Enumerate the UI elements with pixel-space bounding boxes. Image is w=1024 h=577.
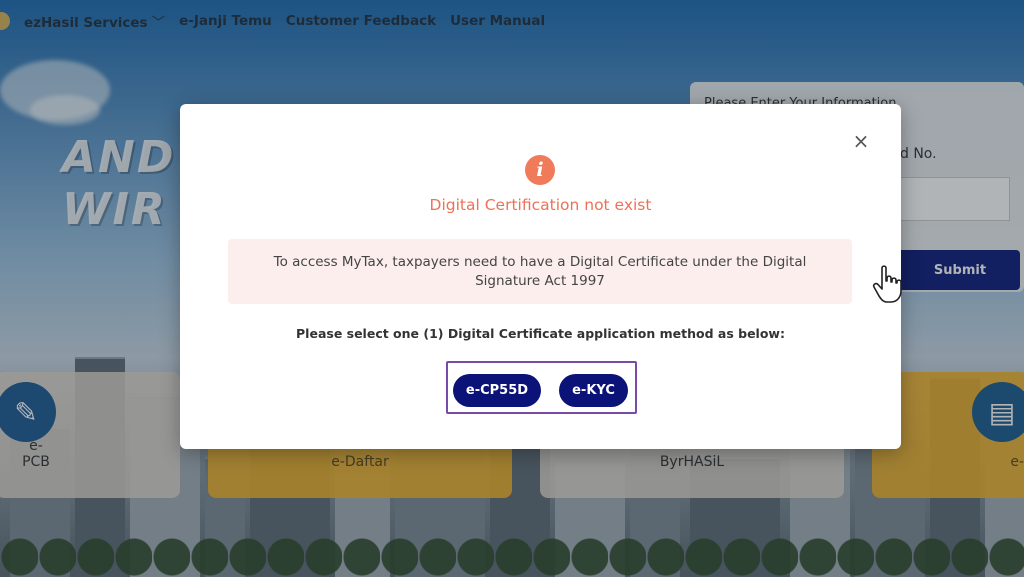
alert-message: To access MyTax, taxpayers need to have …: [273, 253, 807, 289]
hand-pointer-icon: [872, 265, 902, 303]
alert-message-box: To access MyTax, taxpayers need to have …: [228, 239, 852, 304]
e-kyc-button[interactable]: e-KYC: [559, 374, 628, 407]
close-icon[interactable]: ×: [850, 129, 872, 153]
instruction-text: Please select one (1) Digital Certificat…: [296, 326, 785, 341]
digital-certificate-modal: × i Digital Certification not exist To a…: [180, 104, 901, 449]
e-cp55d-button[interactable]: e-CP55D: [453, 374, 541, 407]
modal-title: Digital Certification not exist: [429, 196, 652, 214]
info-icon: i: [525, 155, 555, 185]
application-method-group: e-CP55D e-KYC: [446, 361, 637, 414]
